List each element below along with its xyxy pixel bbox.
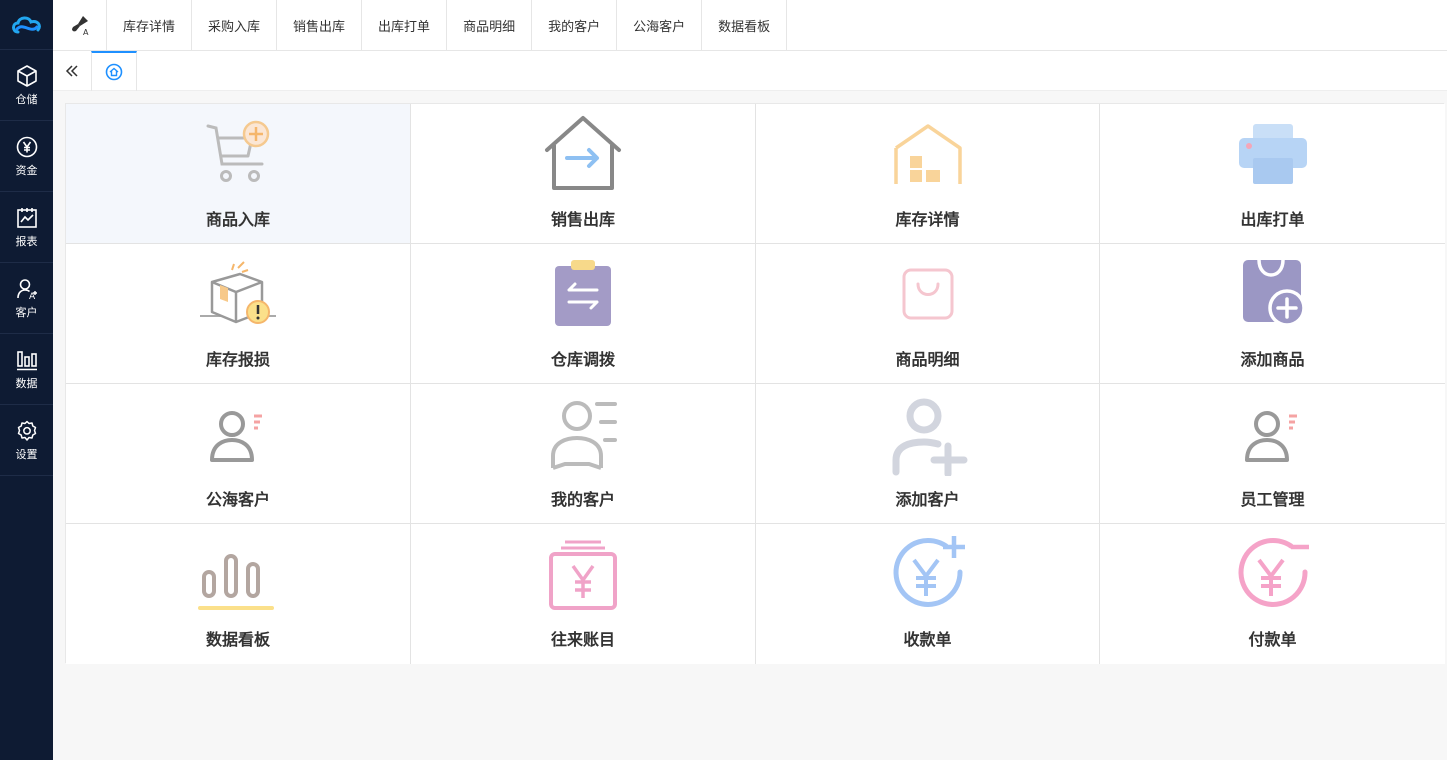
sidebar-item-data[interactable]: 数据: [0, 334, 53, 405]
yen-plus-icon: [893, 536, 965, 607]
box-icon: [16, 64, 37, 87]
tile-stock-detail[interactable]: 库存详情: [756, 104, 1100, 244]
sidebar-item-label: 仓储: [15, 92, 38, 106]
function-grid: 商品入库 销售出库 库存详情 出库打单 库存报损 仓库调拨 商品明细 添加商品 …: [65, 103, 1445, 664]
tile-warehouse-transfer[interactable]: 仓库调拨: [411, 244, 756, 384]
bag-add-icon: [1242, 258, 1306, 327]
tile-my-customers[interactable]: 我的客户: [411, 384, 756, 524]
tile-sales-out[interactable]: 销售出库: [411, 104, 756, 244]
home-icon: [105, 63, 123, 81]
tab-sales-out[interactable]: 销售出库: [277, 0, 363, 50]
user-list-icon: [210, 411, 262, 462]
tile-print-order[interactable]: 出库打单: [1100, 104, 1445, 244]
tab-public-customers[interactable]: 公海客户: [617, 0, 703, 50]
user-add-icon: [892, 398, 967, 476]
tile-add-product[interactable]: 添加商品: [1100, 244, 1445, 384]
printer-icon: [1238, 124, 1307, 184]
customer-icon: A: [16, 278, 37, 301]
home-tab[interactable]: [91, 51, 137, 91]
sidebar-item-label: 资金: [15, 163, 38, 177]
tab-my-customers[interactable]: 我的客户: [532, 0, 618, 50]
sidebar-item-customer[interactable]: A 客户: [0, 263, 53, 334]
tile-label: 往来账目: [550, 630, 615, 649]
tile-label: 数据看板: [205, 630, 270, 649]
svg-text:A: A: [83, 28, 89, 36]
tile-label: 商品入库: [205, 210, 270, 229]
page-tab-bar: [53, 51, 1447, 91]
tile-label: 出库打单: [1240, 210, 1305, 229]
tile-label: 我的客户: [550, 490, 615, 509]
tile-product-detail[interactable]: 商品明细: [756, 244, 1100, 384]
tile-label: 库存详情: [895, 210, 960, 229]
tile-payment[interactable]: 付款单: [1100, 524, 1445, 664]
tile-label: 收款单: [903, 630, 952, 649]
yen-minus-icon: [1238, 537, 1309, 607]
tile-product-in[interactable]: 商品入库: [66, 104, 411, 244]
tile-receipt[interactable]: 收款单: [756, 524, 1100, 664]
tile-ledger[interactable]: 往来账目: [411, 524, 756, 664]
tile-staff-management[interactable]: 员工管理: [1100, 384, 1445, 524]
tab-dashboard[interactable]: 数据看板: [702, 0, 788, 50]
tile-dashboard[interactable]: 数据看板: [66, 524, 411, 664]
tab-purchase-in[interactable]: 采购入库: [192, 0, 278, 50]
bag-icon: [902, 268, 953, 320]
gear-icon: [17, 420, 36, 441]
top-tab-bar: A 库存详情 采购入库 销售出库 出库打单 商品明细 我的客户 公海客户 数据看…: [53, 0, 1447, 51]
damaged-box-icon: [200, 261, 276, 324]
sidebar-item-report[interactable]: 报表: [0, 192, 53, 263]
tile-label: 添加商品: [1240, 350, 1305, 369]
cart-add-icon: [206, 120, 270, 182]
sidebar-item-funds[interactable]: 资金: [0, 121, 53, 192]
user-lines-icon: [551, 401, 617, 470]
sidebar: 仓储 资金 报表 A 客户 数据 设置: [0, 0, 53, 760]
clipboard-transfer-icon: [555, 260, 611, 326]
cloud-logo-icon: [11, 16, 41, 33]
tile-label: 仓库调拨: [550, 350, 615, 369]
sidebar-item-label: 报表: [15, 234, 38, 248]
house-out-icon: [545, 116, 621, 190]
double-chevron-left-icon: [65, 65, 78, 77]
bar-chart-icon: [16, 350, 37, 370]
sidebar-item-storage[interactable]: 仓储: [0, 50, 53, 121]
sidebar-item-label: 数据: [15, 376, 38, 390]
tile-stock-loss[interactable]: 库存报损: [66, 244, 411, 384]
sidebar-item-label: 设置: [15, 447, 38, 461]
staff-icon: [1244, 411, 1297, 462]
ledger-yen-icon: [549, 540, 617, 610]
bars-icon: [198, 554, 274, 610]
report-icon: [16, 207, 37, 228]
tile-add-customer[interactable]: 添加客户: [756, 384, 1100, 524]
sidebar-item-label: 客户: [15, 305, 38, 319]
tile-label: 商品明细: [895, 350, 960, 369]
tile-label: 公海客户: [205, 490, 270, 509]
app-logo[interactable]: [0, 0, 53, 50]
tab-stock-detail[interactable]: 库存详情: [107, 0, 193, 50]
tile-label: 销售出库: [550, 210, 615, 229]
sidebar-item-settings[interactable]: 设置: [0, 405, 53, 476]
brush-icon: A: [71, 16, 89, 36]
tile-label: 添加客户: [895, 490, 960, 509]
tile-label: 员工管理: [1240, 490, 1305, 509]
yen-icon: [16, 136, 37, 157]
tile-label: 库存报损: [205, 350, 270, 369]
tile-public-customers[interactable]: 公海客户: [66, 384, 411, 524]
warehouse-icon: [893, 124, 962, 184]
collapse-button[interactable]: [53, 51, 91, 91]
tab-product-detail[interactable]: 商品明细: [447, 0, 533, 50]
tile-label: 付款单: [1248, 630, 1297, 649]
clear-tabs-button[interactable]: A: [53, 0, 107, 50]
tab-print-order[interactable]: 出库打单: [362, 0, 448, 50]
